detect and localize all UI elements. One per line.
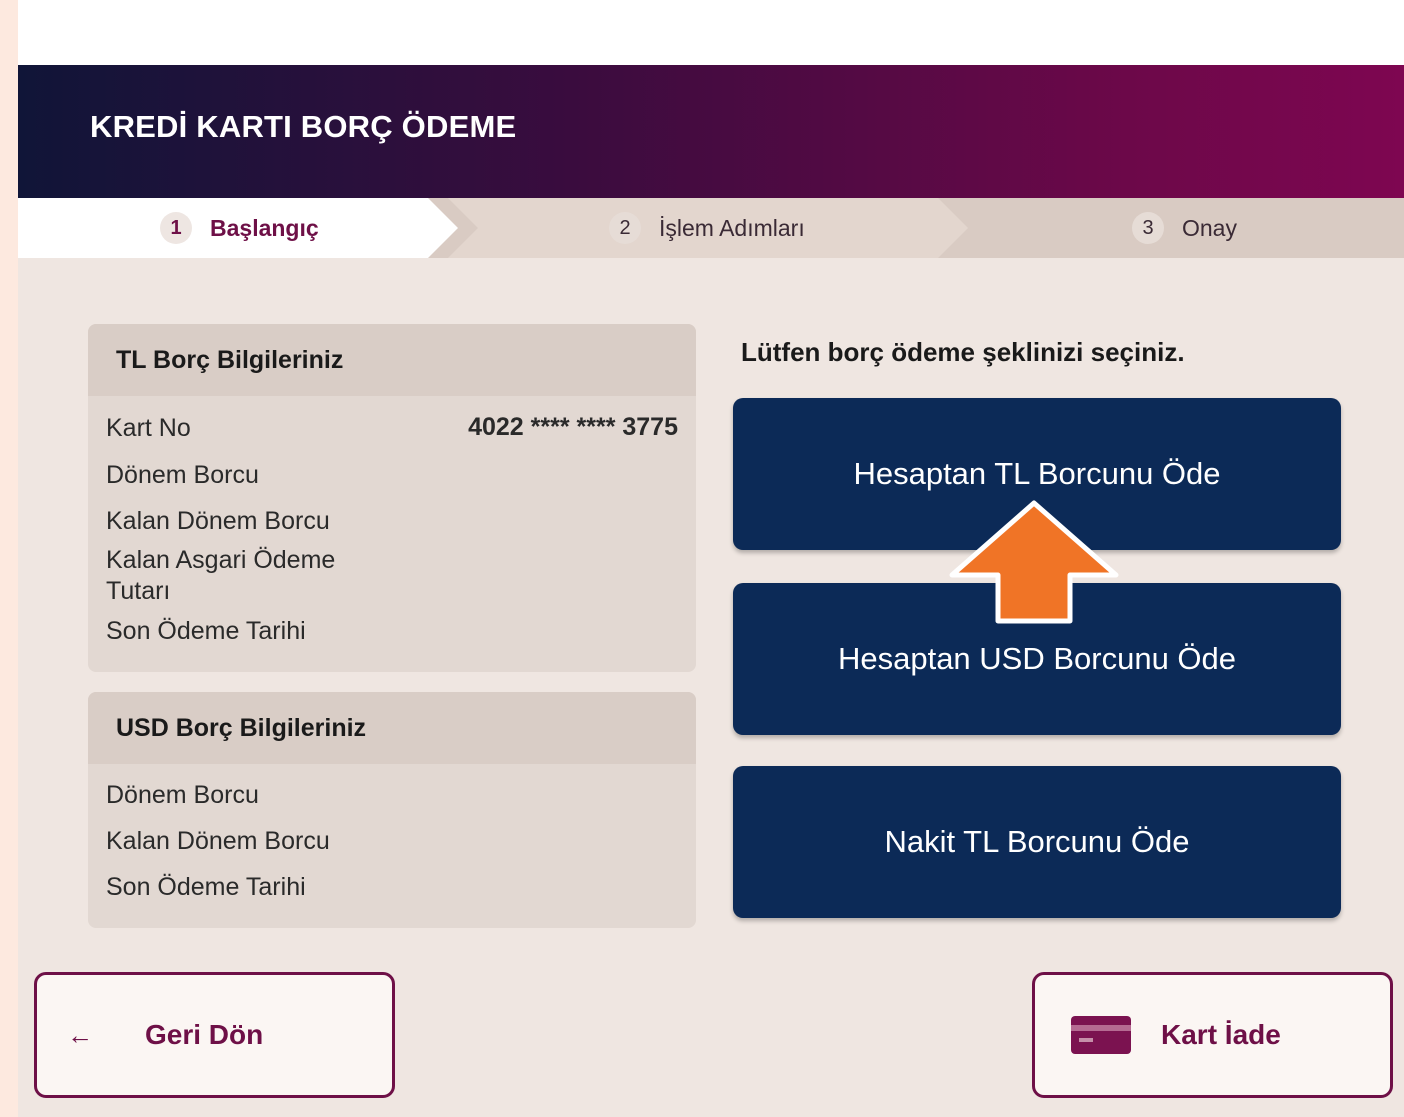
back-button[interactable]: ← Geri Dön bbox=[34, 972, 395, 1098]
step-1: 1 Başlangıç bbox=[160, 198, 319, 258]
page-title: KREDİ KARTI BORÇ ÖDEME bbox=[90, 109, 517, 144]
pay-tl-cash-button[interactable]: Nakit TL Borcunu Öde bbox=[733, 766, 1341, 918]
tl-row-period-debt: Dönem Borcu bbox=[106, 461, 259, 489]
usd-debt-panel: USD Borç Bilgileriniz Dönem Borcu Kalan … bbox=[88, 692, 696, 928]
tl-row-remaining-period-debt: Kalan Dönem Borcu bbox=[106, 507, 330, 535]
usd-row-remaining-period-debt: Kalan Dönem Borcu bbox=[106, 827, 330, 855]
step-2-number: 2 bbox=[609, 212, 641, 244]
usd-row-period-debt: Dönem Borcu bbox=[106, 781, 259, 809]
step-indicator: 1 Başlangıç 2 İşlem Adımları 3 Onay bbox=[18, 198, 1404, 258]
tl-debt-panel: TL Borç Bilgileriniz Kart No 4022 **** *… bbox=[88, 324, 696, 672]
step-1-label: Başlangıç bbox=[210, 214, 319, 241]
tl-row-due-date: Son Ödeme Tarihi bbox=[106, 617, 306, 645]
header-bar: KREDİ KARTI BORÇ ÖDEME bbox=[18, 65, 1404, 198]
step-3: 3 Onay bbox=[1132, 198, 1237, 258]
usd-row-due-date: Son Ödeme Tarihi bbox=[106, 873, 306, 901]
highlight-arrow-icon bbox=[949, 500, 1119, 624]
tl-row-remaining-min-payment: Kalan Asgari Ödeme Tutarı bbox=[106, 546, 336, 605]
step-3-number: 3 bbox=[1132, 212, 1164, 244]
step-2-label: İşlem Adımları bbox=[659, 214, 805, 241]
tl-row-card-no-value: 4022 **** **** 3775 bbox=[468, 413, 678, 441]
tl-panel-title: TL Borç Bilgileriniz bbox=[88, 324, 696, 396]
card-return-button[interactable]: Kart İade bbox=[1032, 972, 1393, 1098]
arrow-left-icon: ← bbox=[67, 1019, 93, 1050]
step-3-label: Onay bbox=[1182, 214, 1237, 241]
card-return-label: Kart İade bbox=[1161, 1019, 1281, 1050]
usd-panel-title: USD Borç Bilgileriniz bbox=[88, 692, 696, 764]
step-2: 2 İşlem Adımları bbox=[609, 198, 805, 258]
back-button-label: Geri Dön bbox=[145, 1019, 264, 1050]
top-margin bbox=[18, 0, 1404, 65]
tl-row-card-no-label: Kart No bbox=[106, 414, 191, 442]
card-icon bbox=[1071, 1016, 1131, 1054]
step-1-number: 1 bbox=[160, 212, 192, 244]
selection-prompt: Lütfen borç ödeme şeklinizi seçiniz. bbox=[741, 337, 1185, 367]
atm-screen: KREDİ KARTI BORÇ ÖDEME 1 Başlangıç 2 İşl… bbox=[18, 65, 1404, 1117]
